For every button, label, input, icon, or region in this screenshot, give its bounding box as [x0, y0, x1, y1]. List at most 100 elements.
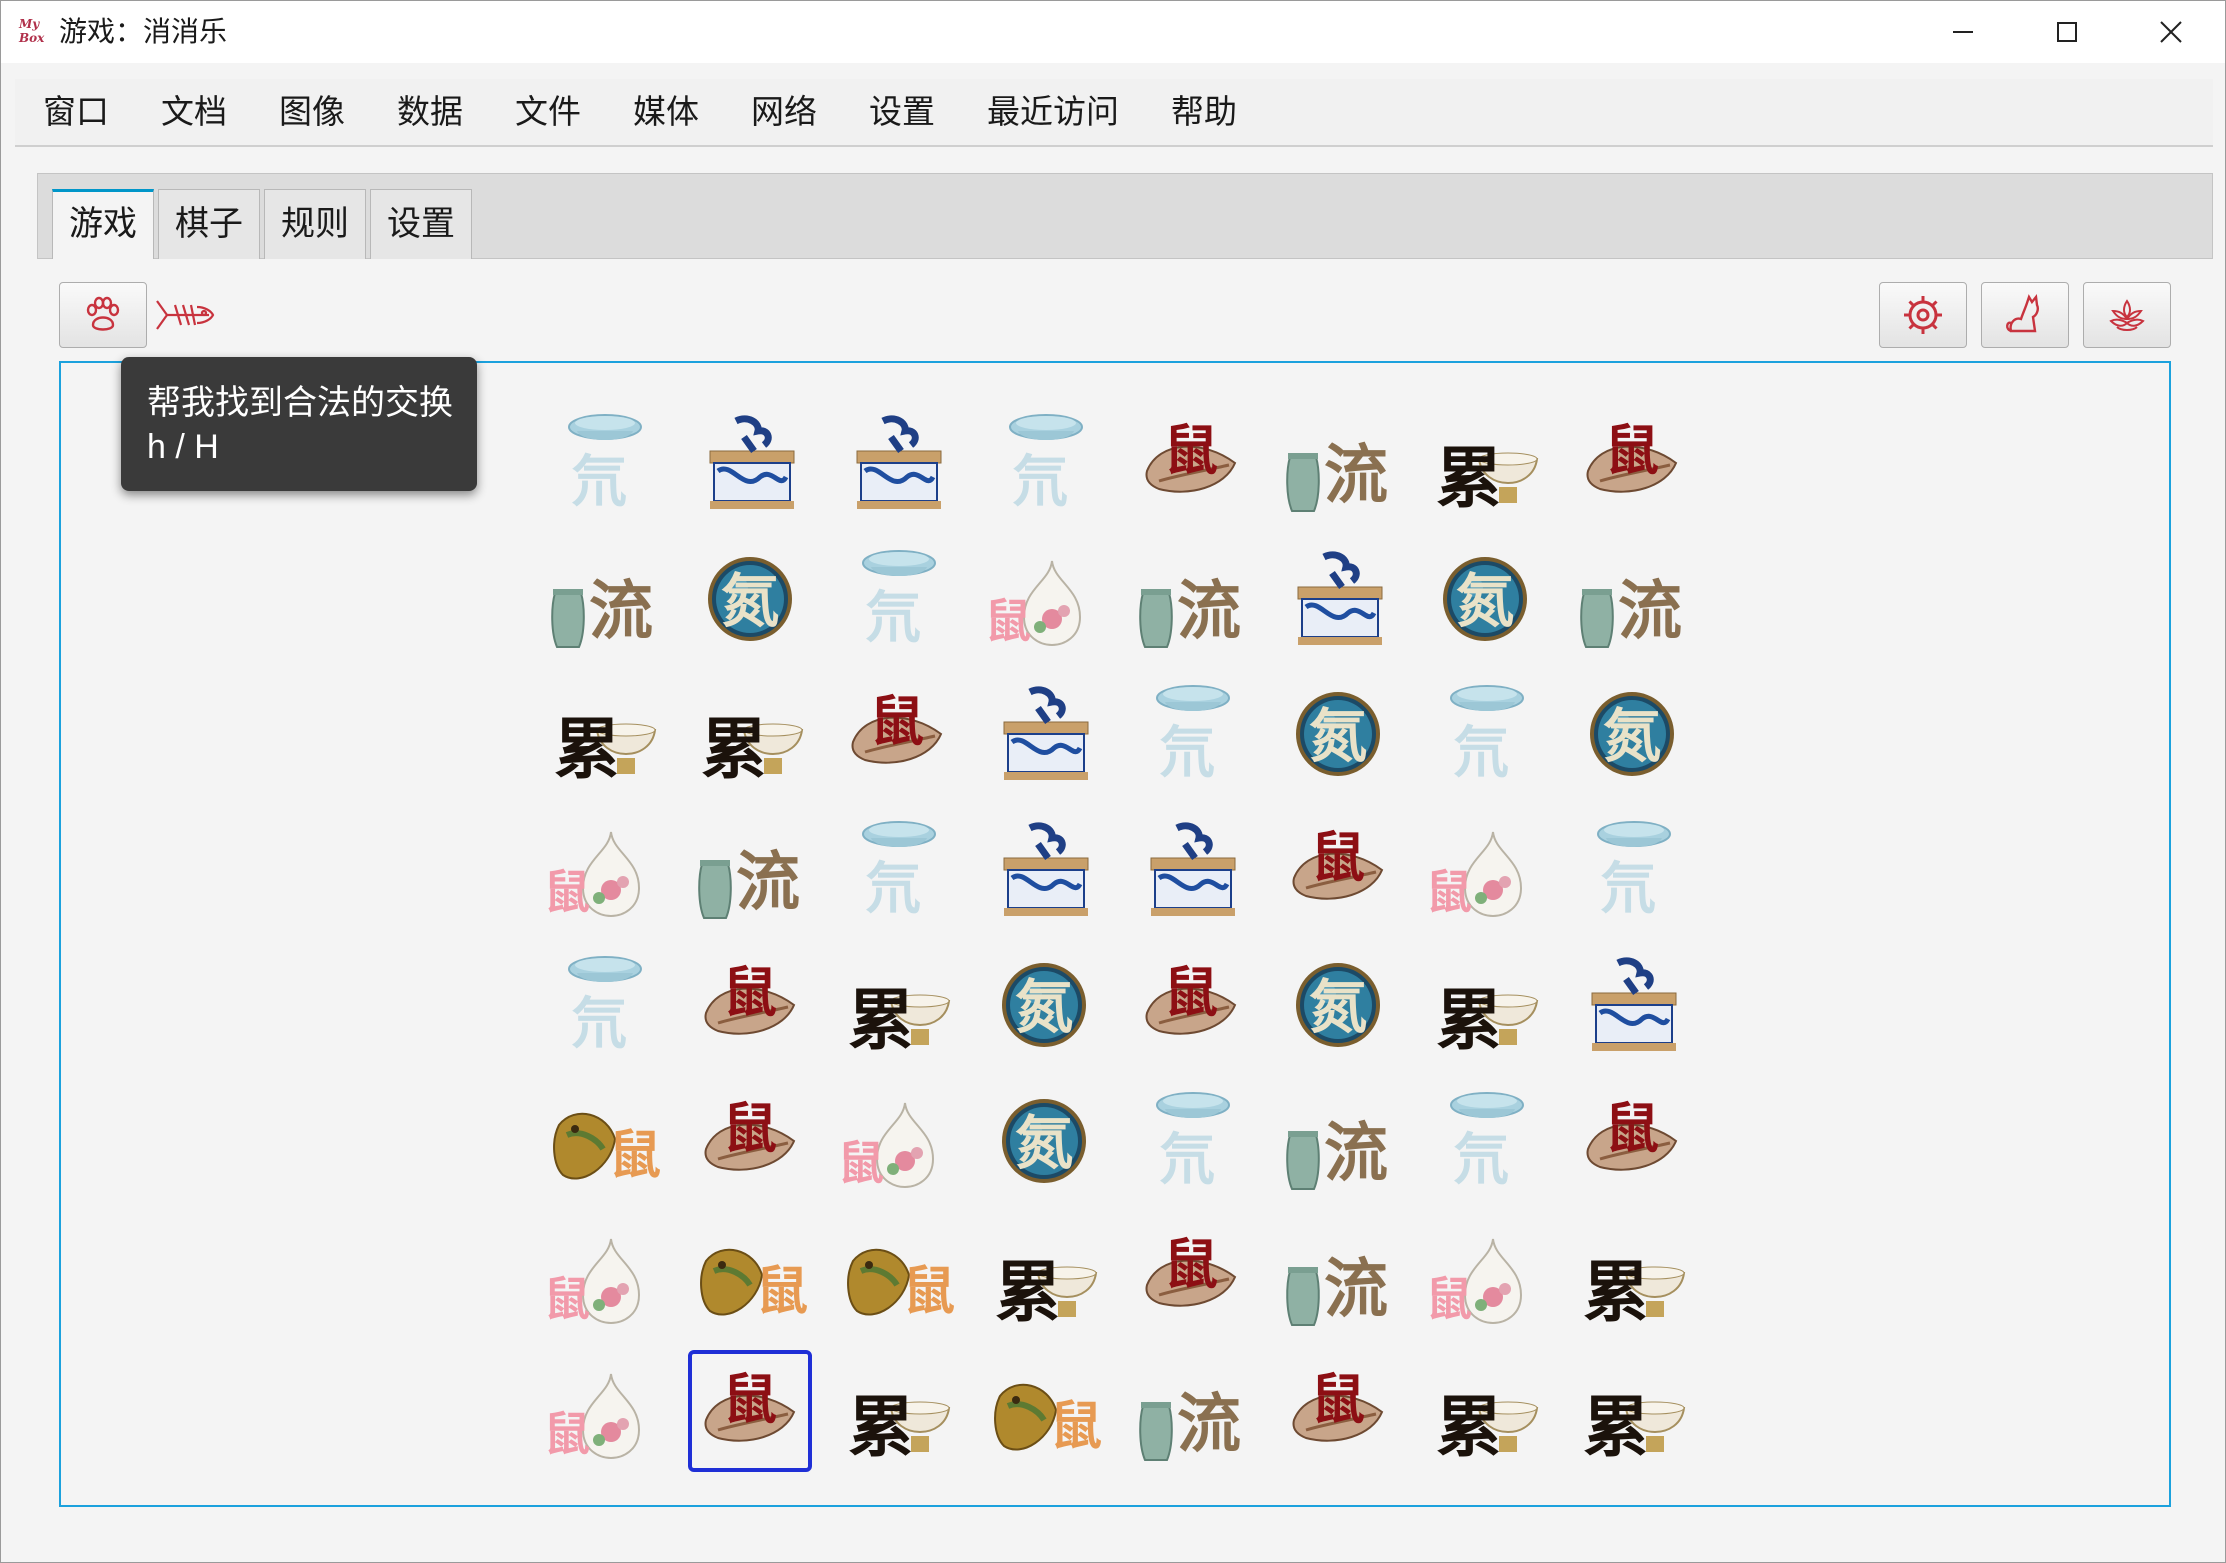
game-piece[interactable]: 鼠	[982, 1350, 1106, 1472]
game-piece[interactable]: 氮	[1423, 537, 1547, 659]
maximize-icon	[2057, 22, 2077, 42]
menu-item[interactable]: 帮助	[1171, 92, 1237, 132]
celadon-jar-icon: 流	[1580, 574, 1682, 649]
game-piece[interactable]	[982, 808, 1106, 930]
settings-button[interactable]	[1879, 282, 1967, 348]
game-piece[interactable]: 累	[688, 672, 812, 794]
game-piece[interactable]: 氮	[982, 943, 1106, 1065]
game-piece[interactable]: 氮	[1276, 672, 1400, 794]
game-piece[interactable]: 氘	[1129, 1079, 1253, 1201]
game-piece[interactable]: 累	[982, 1215, 1106, 1337]
svg-text:鼠: 鼠	[723, 1367, 777, 1431]
game-piece[interactable]: 鼠	[982, 537, 1106, 659]
game-piece[interactable]: 鼠	[541, 1350, 665, 1472]
game-piece[interactable]: 氮	[1570, 672, 1694, 794]
flower-button[interactable]	[2083, 282, 2171, 348]
svg-text:鼠: 鼠	[1050, 1396, 1102, 1457]
game-piece[interactable]: 氘	[835, 808, 959, 930]
game-piece[interactable]: 流	[1276, 401, 1400, 523]
menu-item[interactable]: 网络	[751, 92, 817, 132]
minimize-button[interactable]	[1911, 1, 2015, 63]
title-bar[interactable]: My Box 游戏：消消乐	[1, 1, 2225, 63]
game-piece[interactable]: 氘	[541, 943, 665, 1065]
game-piece[interactable]: 鼠	[1423, 1215, 1547, 1337]
game-piece[interactable]: 氘	[541, 401, 665, 523]
menu-item[interactable]: 最近访问	[987, 92, 1119, 132]
game-piece[interactable]: 鼠	[1423, 808, 1547, 930]
game-piece[interactable]: 鼠	[688, 1079, 812, 1201]
menu-item[interactable]: 窗口	[43, 92, 109, 132]
game-piece[interactable]: 流	[1129, 537, 1253, 659]
game-piece[interactable]	[835, 401, 959, 523]
game-piece[interactable]: 鼠	[688, 1215, 812, 1337]
game-piece[interactable]: 鼠	[541, 1215, 665, 1337]
tab[interactable]: 规则	[264, 189, 366, 259]
game-piece[interactable]: 累	[541, 672, 665, 794]
game-piece[interactable]: 鼠	[1570, 401, 1694, 523]
dark-blue-dish-icon: 氮	[1002, 963, 1086, 1047]
game-piece[interactable]: 流	[688, 808, 812, 930]
game-piece[interactable]: 鼠	[1276, 808, 1400, 930]
svg-text:累: 累	[995, 1253, 1061, 1331]
hint-button[interactable]	[59, 282, 147, 348]
tab[interactable]: 设置	[370, 189, 472, 259]
game-piece[interactable]: 累	[1570, 1350, 1694, 1472]
game-piece[interactable]	[1276, 537, 1400, 659]
app-logo: My Box	[19, 17, 45, 45]
game-piece[interactable]: 氘	[982, 401, 1106, 523]
game-piece[interactable]: 鼠	[541, 1079, 665, 1201]
game-piece[interactable]: 鼠	[835, 672, 959, 794]
game-piece[interactable]: 累	[1423, 1350, 1547, 1472]
game-piece[interactable]: 鼠	[541, 808, 665, 930]
menu-item[interactable]: 文档	[161, 92, 227, 132]
maximize-button[interactable]	[2015, 1, 2119, 63]
game-piece[interactable]	[1570, 943, 1694, 1065]
game-piece[interactable]: 氘	[1570, 808, 1694, 930]
game-piece[interactable]	[982, 672, 1106, 794]
game-piece[interactable]: 氘	[1423, 1079, 1547, 1201]
menu-item[interactable]: 设置	[869, 92, 935, 132]
game-piece[interactable]: 流	[541, 537, 665, 659]
game-piece[interactable]: 流	[1276, 1215, 1400, 1337]
tab[interactable]: 游戏	[52, 189, 154, 259]
conch-shell-icon: 鼠	[1292, 1367, 1384, 1442]
fish-button[interactable]	[153, 285, 219, 345]
game-piece[interactable]: 累	[835, 1350, 959, 1472]
game-piece[interactable]: 氘	[1129, 672, 1253, 794]
game-piece[interactable]: 鼠	[1129, 943, 1253, 1065]
game-piece[interactable]: 流	[1276, 1079, 1400, 1201]
game-piece[interactable]: 累	[1423, 943, 1547, 1065]
game-piece[interactable]	[1129, 808, 1253, 930]
game-piece[interactable]: 鼠	[835, 1079, 959, 1201]
game-piece[interactable]: 累	[1570, 1215, 1694, 1337]
game-piece[interactable]: 鼠	[688, 943, 812, 1065]
game-piece[interactable]: 氘	[835, 537, 959, 659]
svg-text:氘: 氘	[1453, 1127, 1509, 1193]
game-piece[interactable]: 鼠	[1570, 1079, 1694, 1201]
game-piece[interactable]: 鼠	[1129, 401, 1253, 523]
menu-item[interactable]: 图像	[279, 92, 345, 132]
game-piece[interactable]: 鼠	[1276, 1350, 1400, 1472]
tab[interactable]: 棋子	[158, 189, 260, 259]
game-piece[interactable]: 累	[835, 943, 959, 1065]
close-button[interactable]	[2119, 1, 2223, 63]
game-piece[interactable]	[688, 401, 812, 523]
game-piece[interactable]: 鼠	[1129, 1215, 1253, 1337]
game-piece[interactable]: 氮	[1276, 943, 1400, 1065]
game-piece[interactable]: 流	[1570, 537, 1694, 659]
pale-blue-plate-icon: 氘	[1009, 414, 1083, 515]
game-piece[interactable]: 氘	[1423, 672, 1547, 794]
game-piece-selected[interactable]: 鼠	[688, 1350, 812, 1472]
svg-text:累: 累	[554, 710, 620, 788]
game-piece[interactable]: 鼠	[835, 1215, 959, 1337]
menu-item[interactable]: 媒体	[633, 92, 699, 132]
game-piece[interactable]: 氮	[688, 537, 812, 659]
svg-text:氘: 氘	[571, 449, 627, 515]
menu-item[interactable]: 文件	[515, 92, 581, 132]
game-piece[interactable]: 流	[1129, 1350, 1253, 1472]
game-piece[interactable]: 累	[1423, 401, 1547, 523]
menu-item[interactable]: 数据	[397, 92, 463, 132]
famille-rose-vase-icon: 鼠	[544, 831, 641, 919]
game-piece[interactable]: 氮	[982, 1079, 1106, 1201]
cat-button[interactable]	[1981, 282, 2069, 348]
